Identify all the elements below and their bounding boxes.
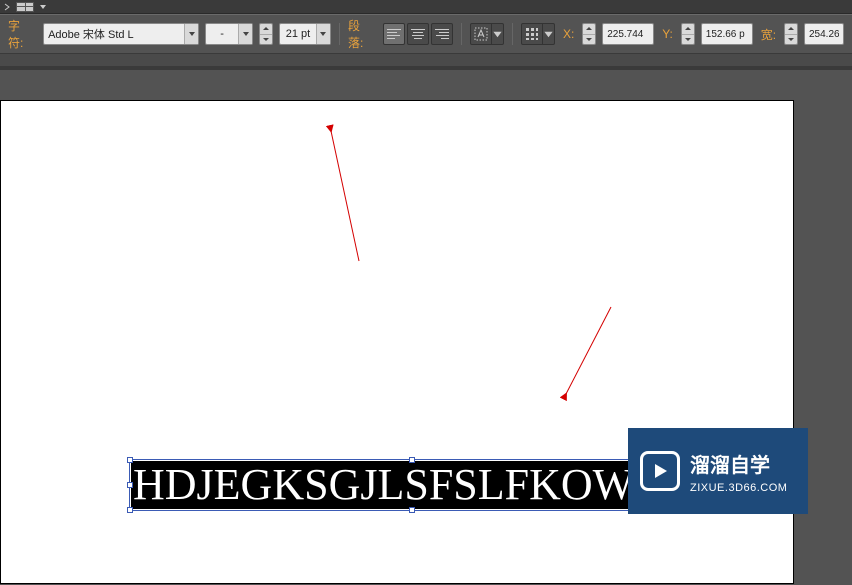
arrange-docs-dropdown-icon[interactable] <box>38 2 48 12</box>
resize-handle[interactable] <box>127 507 133 513</box>
separator <box>512 23 513 45</box>
align-left-button[interactable] <box>383 23 405 45</box>
text-options-bar: 字符: 段落: <box>0 14 852 54</box>
touch-type-icon[interactable] <box>470 23 492 45</box>
separator <box>339 23 340 45</box>
width-input-field[interactable] <box>804 23 844 45</box>
ruler-strip <box>0 66 852 70</box>
dropdown-arrow-icon[interactable] <box>316 24 330 44</box>
watermark-title: 溜溜自学 <box>690 449 787 478</box>
font-size-input[interactable] <box>280 24 316 44</box>
touch-type-button[interactable] <box>470 23 504 45</box>
x-label: X: <box>563 27 574 41</box>
panel-chevron-icon[interactable] <box>2 2 12 12</box>
dropdown-arrow-icon[interactable] <box>492 23 504 45</box>
font-family-input[interactable] <box>44 24 184 44</box>
font-family-dropdown[interactable] <box>43 23 199 45</box>
character-label: 字符: <box>8 17 35 51</box>
dropdown-arrow-icon[interactable] <box>238 24 252 44</box>
separator <box>461 23 462 45</box>
resize-handle[interactable] <box>127 482 133 488</box>
resize-handle[interactable] <box>409 507 415 513</box>
width-input[interactable] <box>805 24 843 44</box>
align-right-button[interactable] <box>431 23 453 45</box>
selected-text-frame[interactable]: HDJEGKSGJLSFSLFKOWEJF <box>131 461 693 509</box>
font-size-dropdown[interactable] <box>279 23 331 45</box>
dropdown-arrow-icon[interactable] <box>543 23 555 45</box>
text-content[interactable]: HDJEGKSGJLSFSLFKOWEJF <box>131 461 693 509</box>
scroll-strip[interactable] <box>0 54 852 66</box>
y-input-field[interactable] <box>701 23 753 45</box>
x-input-field[interactable] <box>602 23 654 45</box>
font-size-spinner[interactable] <box>259 23 273 45</box>
watermark-url: ZIXUE.3D66.COM <box>690 482 787 494</box>
text-align-group <box>383 23 453 45</box>
y-spinner[interactable] <box>681 23 695 45</box>
watermark: 溜溜自学 ZIXUE.3D66.COM <box>628 428 808 514</box>
width-spinner[interactable] <box>784 23 798 45</box>
font-style-dropdown[interactable] <box>205 23 253 45</box>
resize-handle[interactable] <box>127 457 133 463</box>
arrange-docs-icon[interactable] <box>16 2 34 12</box>
play-icon <box>640 451 680 491</box>
y-label: Y: <box>662 27 673 41</box>
workspace: HDJEGKSGJLSFSLFKOWEJF 溜溜自学 ZIXUE.3D66.CO… <box>0 54 852 530</box>
resize-handle[interactable] <box>409 457 415 463</box>
align-center-button[interactable] <box>407 23 429 45</box>
dropdown-arrow-icon[interactable] <box>184 24 198 44</box>
align-grid-icon[interactable] <box>521 23 543 45</box>
align-to-button[interactable] <box>521 23 555 45</box>
x-input[interactable] <box>603 24 653 44</box>
y-input[interactable] <box>702 24 752 44</box>
mini-panel-bar <box>0 0 852 14</box>
x-spinner[interactable] <box>582 23 596 45</box>
width-label: 宽: <box>761 26 776 43</box>
font-style-input[interactable] <box>206 24 238 44</box>
paragraph-label: 段落: <box>348 17 375 51</box>
